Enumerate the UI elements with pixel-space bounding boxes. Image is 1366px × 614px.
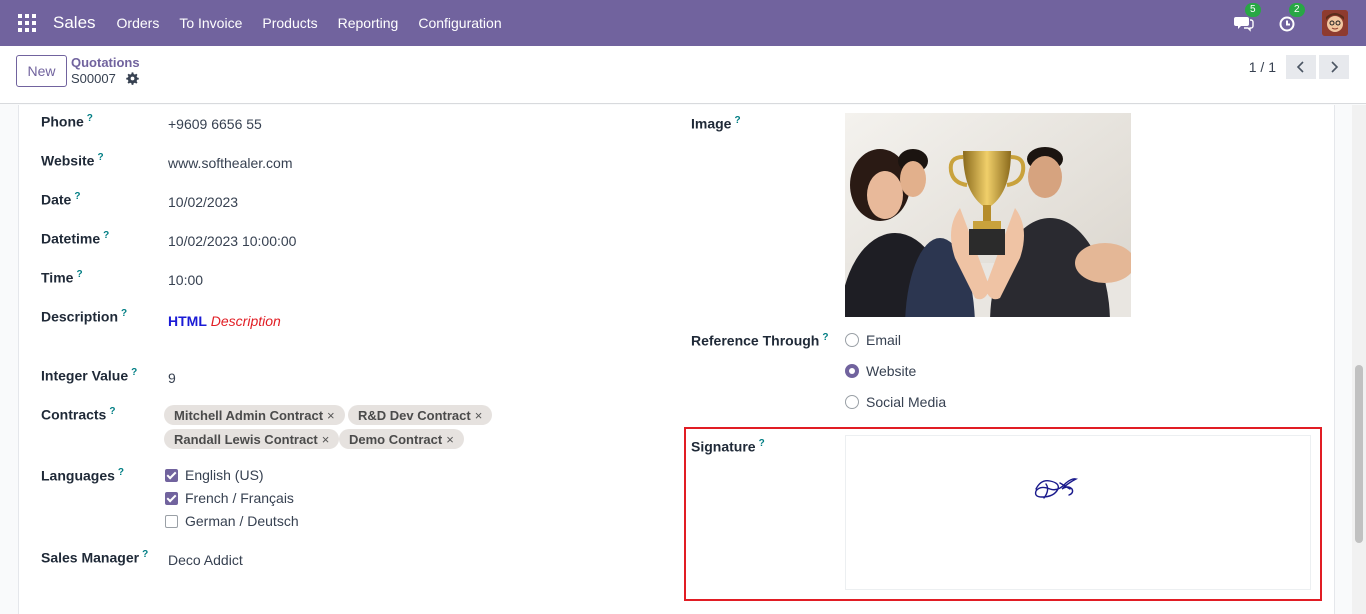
menu-to-invoice[interactable]: To Invoice: [169, 15, 252, 31]
pager-value[interactable]: 1 / 1: [1249, 59, 1276, 75]
pager-previous-button[interactable]: [1286, 55, 1316, 79]
help-icon[interactable]: ?: [142, 549, 148, 560]
help-icon[interactable]: ?: [97, 152, 103, 163]
tag-label: R&D Dev Contract: [358, 407, 471, 423]
checkbox-french[interactable]: [165, 492, 178, 505]
menu-configuration[interactable]: Configuration: [408, 15, 511, 31]
description-html-text: HTML: [168, 313, 207, 329]
contract-tag[interactable]: R&D Dev Contract ×: [348, 405, 493, 425]
website-label: Website?: [41, 152, 104, 169]
scrollbar-thumb[interactable]: [1355, 365, 1363, 543]
help-icon[interactable]: ?: [87, 113, 93, 124]
phone-label: Phone?: [41, 113, 93, 130]
pager-next-button[interactable]: [1319, 55, 1349, 79]
radio-social-media[interactable]: [845, 395, 859, 409]
contract-tag[interactable]: Mitchell Admin Contract ×: [164, 405, 345, 425]
signature-pad[interactable]: [845, 435, 1311, 590]
tag-remove-icon[interactable]: ×: [475, 408, 483, 423]
signature-label: Signature?: [691, 438, 765, 455]
app-name[interactable]: Sales: [53, 13, 96, 33]
menu-reporting[interactable]: Reporting: [328, 15, 409, 31]
tag-label: Mitchell Admin Contract: [174, 407, 324, 423]
phone-value[interactable]: +9609 6656 55: [168, 116, 262, 132]
gear-icon[interactable]: [126, 72, 139, 88]
tag-remove-icon[interactable]: ×: [322, 432, 330, 447]
chevron-right-icon: [1331, 61, 1339, 73]
chevron-left-icon: [1296, 61, 1304, 73]
image-label: Image?: [691, 115, 741, 132]
radio-label[interactable]: Social Media: [866, 394, 946, 410]
help-icon[interactable]: ?: [131, 367, 137, 378]
signature-drawing: [1034, 478, 1079, 499]
integer-label: Integer Value?: [41, 367, 138, 384]
help-icon[interactable]: ?: [118, 467, 124, 478]
description-label: Description?: [41, 308, 128, 325]
top-navbar: Sales Orders To Invoice Products Reporti…: [0, 0, 1366, 46]
control-panel: New Quotations S00007 1 / 1: [0, 46, 1366, 104]
datetime-label: Datetime?: [41, 230, 110, 247]
description-italic-text: Description: [210, 313, 281, 329]
languages-label: Languages?: [41, 467, 125, 484]
datetime-value[interactable]: 10/02/2023 10:00:00: [168, 233, 296, 249]
help-icon[interactable]: ?: [121, 308, 127, 319]
time-label: Time?: [41, 269, 83, 286]
help-icon[interactable]: ?: [759, 438, 765, 449]
help-icon[interactable]: ?: [734, 115, 740, 126]
messages-badge: 5: [1245, 3, 1261, 17]
reference-through-label: Reference Through?: [691, 332, 829, 349]
scrollbar[interactable]: [1352, 105, 1366, 614]
contracts-label: Contracts?: [41, 406, 116, 423]
new-button[interactable]: New: [16, 55, 67, 87]
checkbox-english[interactable]: [165, 469, 178, 482]
apps-menu-icon[interactable]: [18, 14, 36, 32]
messages-icon[interactable]: 5: [1234, 3, 1261, 33]
website-value[interactable]: www.softhealer.com: [168, 155, 293, 171]
integer-value[interactable]: 9: [168, 370, 176, 386]
radio-website[interactable]: [845, 364, 859, 378]
help-icon[interactable]: ?: [109, 406, 115, 417]
help-icon[interactable]: ?: [76, 269, 82, 280]
trophy-image[interactable]: [845, 113, 1131, 317]
contract-tag[interactable]: Randall Lewis Contract ×: [164, 429, 340, 449]
sales-manager-label: Sales Manager?: [41, 549, 149, 566]
checkbox-label[interactable]: German / Deutsch: [185, 513, 299, 529]
radio-email[interactable]: [845, 333, 859, 347]
activities-icon[interactable]: 2: [1278, 3, 1305, 33]
breadcrumb-quotations[interactable]: Quotations: [71, 55, 140, 70]
tag-remove-icon[interactable]: ×: [327, 408, 335, 423]
help-icon[interactable]: ?: [822, 332, 828, 343]
contract-tag[interactable]: Demo Contract ×: [339, 429, 464, 449]
help-icon[interactable]: ?: [103, 230, 109, 241]
date-label: Date?: [41, 191, 81, 208]
checkbox-label[interactable]: English (US): [185, 467, 264, 483]
date-value[interactable]: 10/02/2023: [168, 194, 238, 210]
time-value[interactable]: 10:00: [168, 272, 203, 288]
sales-manager-value[interactable]: Deco Addict: [168, 552, 243, 568]
activities-badge: 2: [1289, 3, 1305, 17]
menu-products[interactable]: Products: [252, 15, 327, 31]
tag-remove-icon[interactable]: ×: [446, 432, 454, 447]
radio-label[interactable]: Email: [866, 332, 901, 348]
menu-orders[interactable]: Orders: [107, 15, 170, 31]
breadcrumb-current: S00007: [71, 71, 116, 86]
checkbox-german[interactable]: [165, 515, 178, 528]
tag-label: Demo Contract: [349, 431, 443, 447]
help-icon[interactable]: ?: [74, 191, 80, 202]
checkbox-label[interactable]: French / Français: [185, 490, 294, 506]
radio-label[interactable]: Website: [866, 363, 916, 379]
description-editor[interactable]: HTML Description: [168, 313, 281, 329]
user-avatar[interactable]: [1322, 10, 1348, 36]
tag-label: Randall Lewis Contract: [174, 431, 318, 447]
